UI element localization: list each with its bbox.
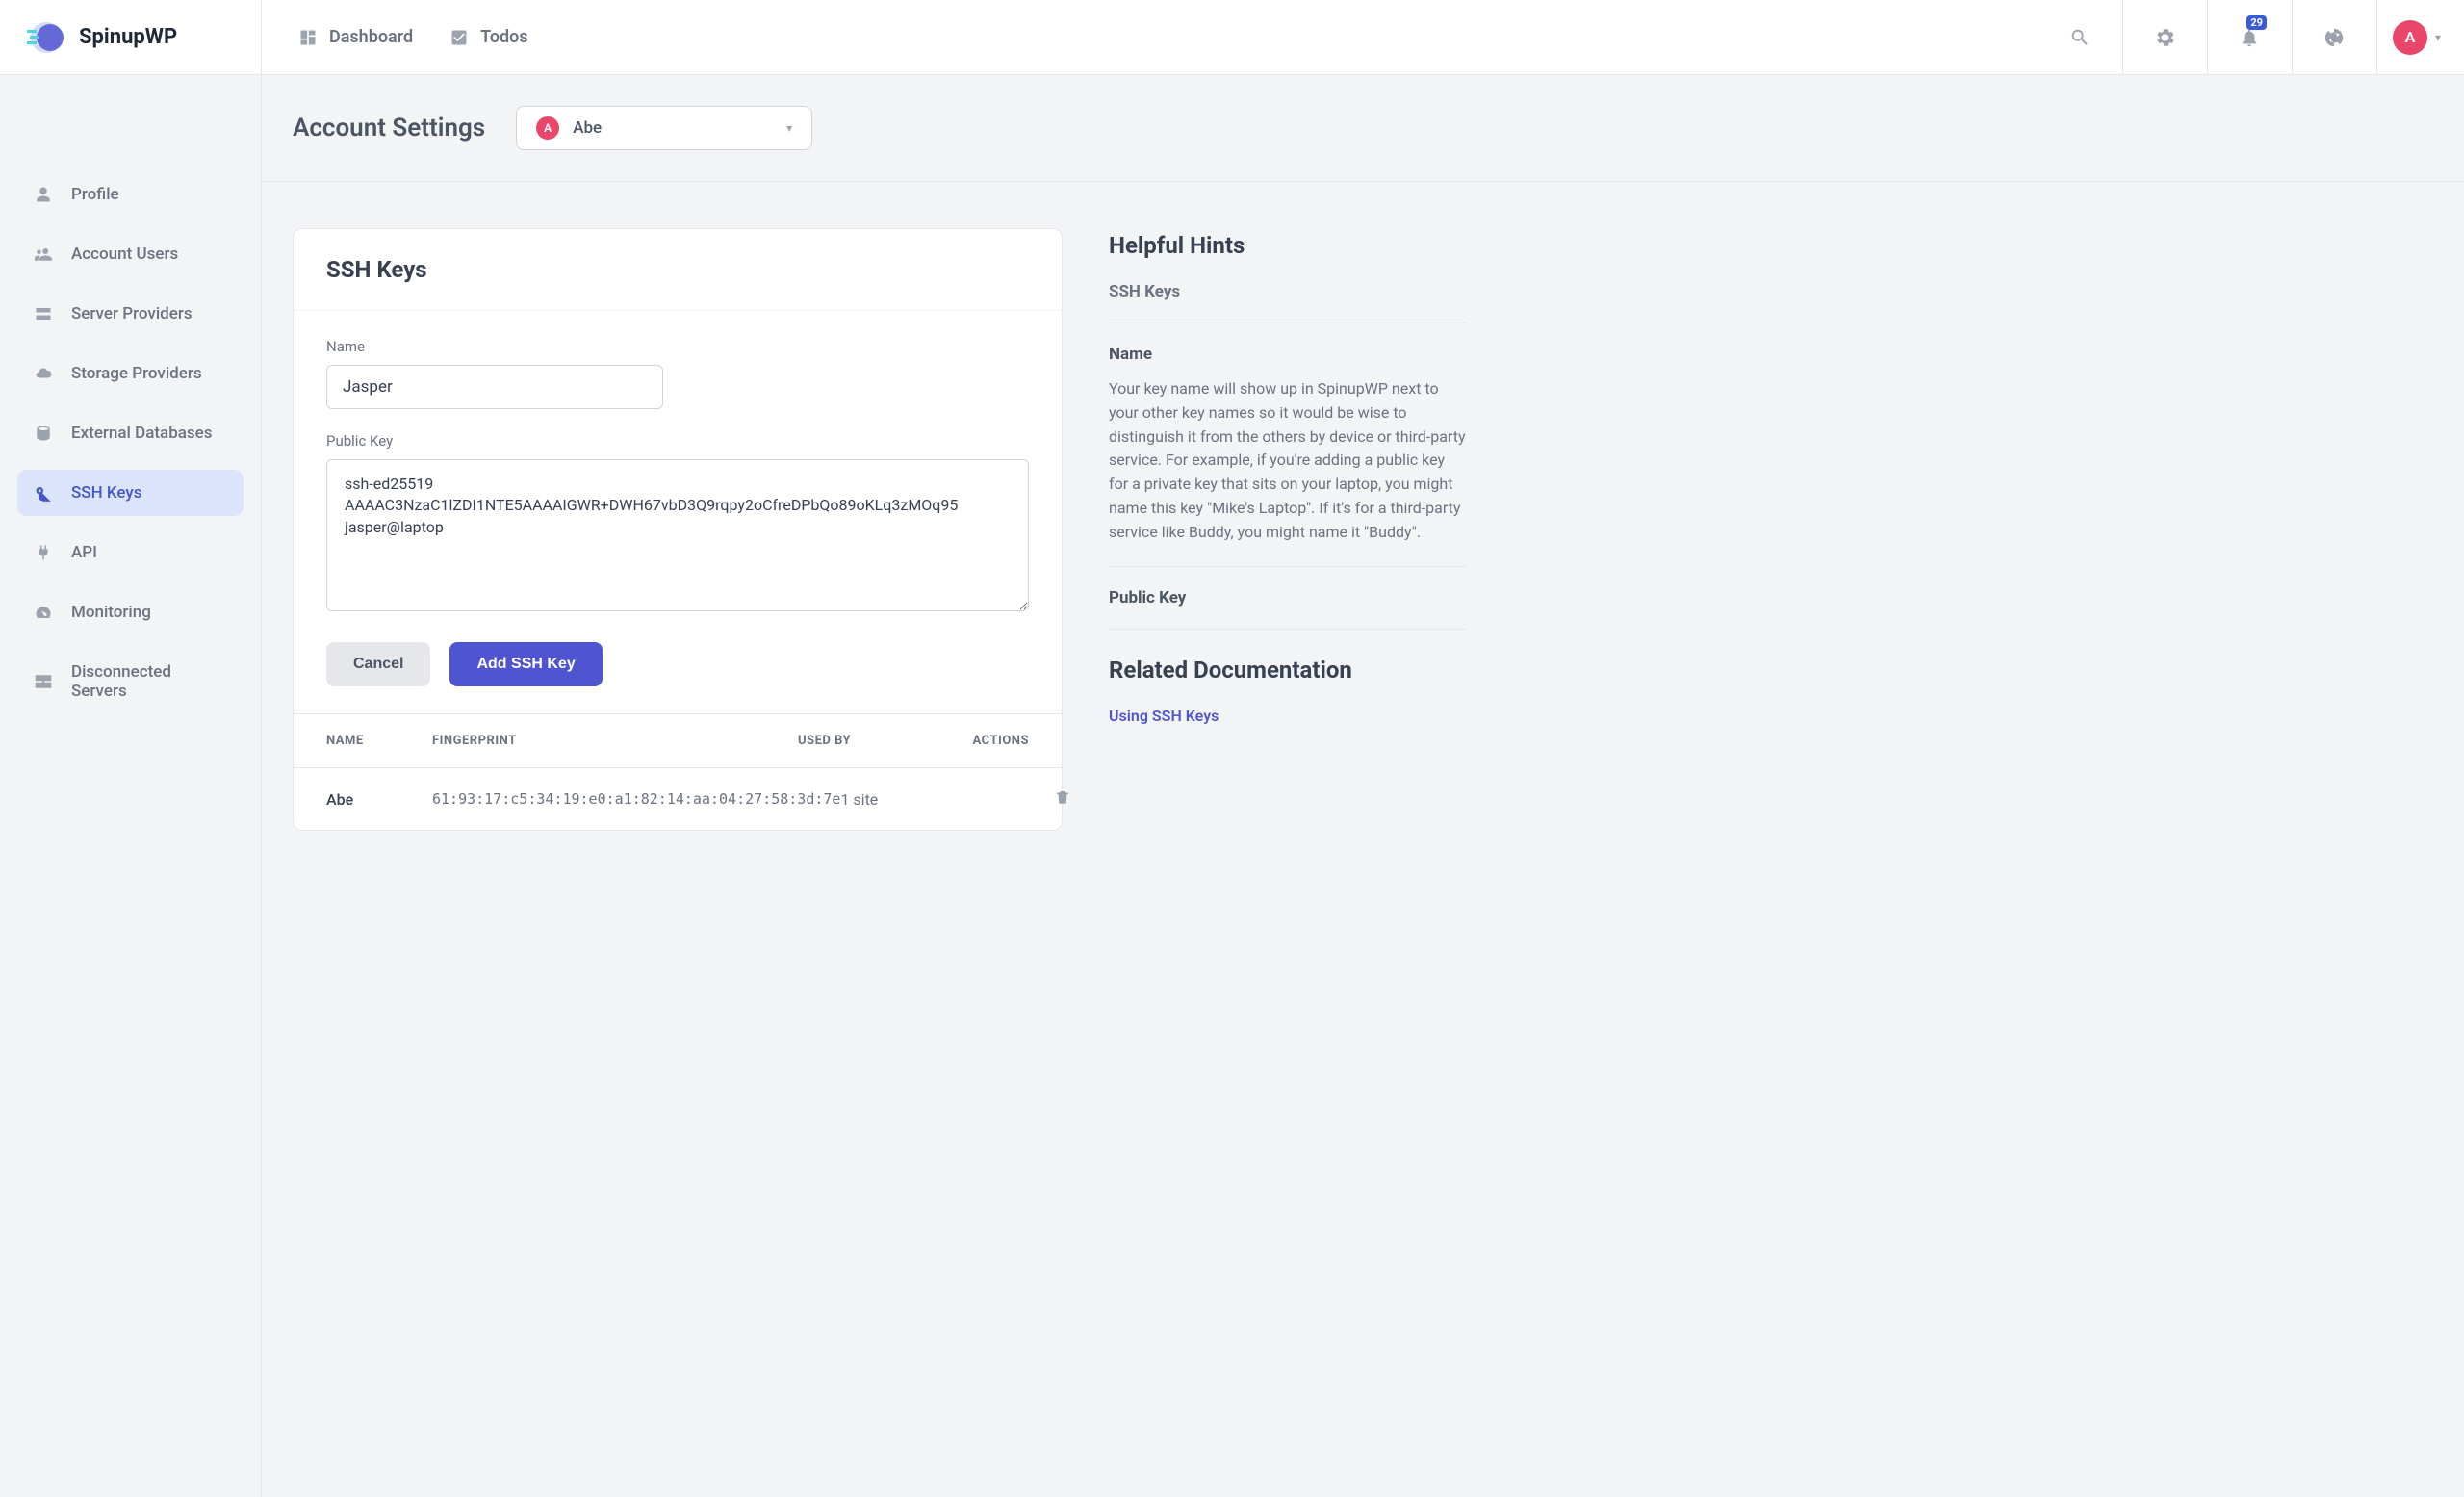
chevron-down-icon: ▾ <box>2435 31 2441 44</box>
th-name: NAME <box>326 734 432 748</box>
related-docs-title: Related Documentation <box>1109 657 1467 684</box>
sidebar-item-label: Profile <box>71 185 119 204</box>
server-icon <box>35 305 52 323</box>
hints-title: Helpful Hints <box>1109 232 1467 259</box>
add-ssh-key-button[interactable]: Add SSH Key <box>449 642 602 686</box>
database-icon <box>35 425 52 442</box>
sidebar-item-account-users[interactable]: Account Users <box>17 231 244 277</box>
sidebar-item-label: Server Providers <box>71 304 192 323</box>
nav-primary: Dashboard Todos <box>262 0 528 74</box>
td-name: Abe <box>326 790 432 809</box>
divider <box>1109 566 1467 567</box>
brand-name: SpinupWP <box>79 25 177 49</box>
logo[interactable]: SpinupWP <box>27 22 177 53</box>
plug-icon <box>35 544 52 561</box>
header: SpinupWP Dashboard Todos 29 <box>0 0 2464 75</box>
profile-icon <box>35 186 52 203</box>
avatar: A <box>2393 20 2427 55</box>
lifebuoy-icon <box>2323 27 2345 48</box>
cancel-button[interactable]: Cancel <box>326 642 430 686</box>
table-head: NAME FINGERPRINT USED BY ACTIONS <box>294 714 1062 768</box>
key-icon <box>35 484 52 502</box>
th-used-by: USED BY <box>798 734 923 748</box>
notif-badge: 29 <box>2246 15 2267 30</box>
disconnected-icon <box>35 673 52 690</box>
td-fingerprint: 61:93:17:c5:34:19:e0:a1:82:14:aa:04:27:5… <box>432 790 840 808</box>
delete-key-button[interactable] <box>1054 787 1071 807</box>
logo-icon <box>27 22 69 53</box>
gauge-icon <box>35 604 52 621</box>
avatar-menu[interactable]: A ▾ <box>2376 0 2464 74</box>
sidebar: Profile Account Users Server Providers S… <box>0 75 262 1497</box>
settings-button[interactable] <box>2122 0 2207 74</box>
sidebar-item-label: SSH Keys <box>71 483 141 503</box>
sidebar-item-label: Monitoring <box>71 603 151 622</box>
sidebar-item-label: External Databases <box>71 424 213 443</box>
sidebar-item-label: API <box>71 543 97 562</box>
header-actions: 29 A ▾ <box>2038 0 2464 74</box>
hints-subtitle: SSH Keys <box>1109 282 1467 301</box>
sidebar-item-label: Disconnected Servers <box>71 662 226 701</box>
nav-todos-label: Todos <box>480 27 527 47</box>
ssh-keys-card: SSH Keys Name Public Key Cancel <box>293 228 1063 831</box>
sidebar-item-label: Account Users <box>71 245 178 264</box>
sidebar-item-storage-providers[interactable]: Storage Providers <box>17 350 244 397</box>
card-title: SSH Keys <box>326 256 1029 283</box>
th-fingerprint: FINGERPRINT <box>432 734 798 748</box>
todos-icon <box>449 28 469 47</box>
chevron-down-icon: ▾ <box>786 121 792 135</box>
name-input[interactable] <box>326 365 663 409</box>
related-docs-link[interactable]: Using SSH Keys <box>1109 707 1467 725</box>
nav-todos[interactable]: Todos <box>449 27 527 47</box>
main: Account Settings A Abe ▾ SSH Keys Name <box>262 75 2464 1497</box>
sidebar-item-profile[interactable]: Profile <box>17 171 244 218</box>
helpful-hints: Helpful Hints SSH Keys Name Your key nam… <box>1109 228 1467 831</box>
account-name: Abe <box>573 118 602 138</box>
dashboard-icon <box>298 28 318 47</box>
trash-icon <box>1054 787 1071 807</box>
th-actions: ACTIONS <box>923 734 1029 748</box>
users-icon <box>35 245 52 263</box>
sidebar-item-ssh-keys[interactable]: SSH Keys <box>17 470 244 516</box>
td-used-by: 1 site <box>840 790 965 809</box>
help-button[interactable] <box>2292 0 2376 74</box>
sidebar-item-disconnected-servers[interactable]: Disconnected Servers <box>17 649 244 714</box>
logo-wrap: SpinupWP <box>0 0 262 74</box>
page-title: Account Settings <box>293 114 485 142</box>
gear-icon <box>2153 26 2176 49</box>
name-label: Name <box>326 338 1029 355</box>
divider <box>1109 629 1467 630</box>
pubkey-input[interactable] <box>326 459 1029 611</box>
account-select[interactable]: A Abe ▾ <box>516 106 812 150</box>
sidebar-item-label: Storage Providers <box>71 364 202 383</box>
nav-dashboard-label: Dashboard <box>329 27 413 47</box>
titlebar: Account Settings A Abe ▾ <box>262 75 2464 182</box>
search-icon <box>2069 27 2091 48</box>
hints-pubkey-heading: Public Key <box>1109 588 1467 607</box>
sidebar-item-server-providers[interactable]: Server Providers <box>17 291 244 337</box>
search-button[interactable] <box>2038 0 2122 74</box>
sidebar-item-external-databases[interactable]: External Databases <box>17 410 244 456</box>
table-row: Abe 61:93:17:c5:34:19:e0:a1:82:14:aa:04:… <box>294 768 1062 830</box>
sidebar-item-monitoring[interactable]: Monitoring <box>17 589 244 635</box>
cloud-icon <box>35 365 52 382</box>
sidebar-item-api[interactable]: API <box>17 529 244 576</box>
nav-dashboard[interactable]: Dashboard <box>298 27 413 47</box>
account-avatar: A <box>536 116 559 140</box>
pubkey-label: Public Key <box>326 432 1029 450</box>
hints-name-text: Your key name will show up in SpinupWP n… <box>1109 377 1467 545</box>
notifications-button[interactable]: 29 <box>2207 0 2292 74</box>
hints-name-heading: Name <box>1109 345 1467 364</box>
